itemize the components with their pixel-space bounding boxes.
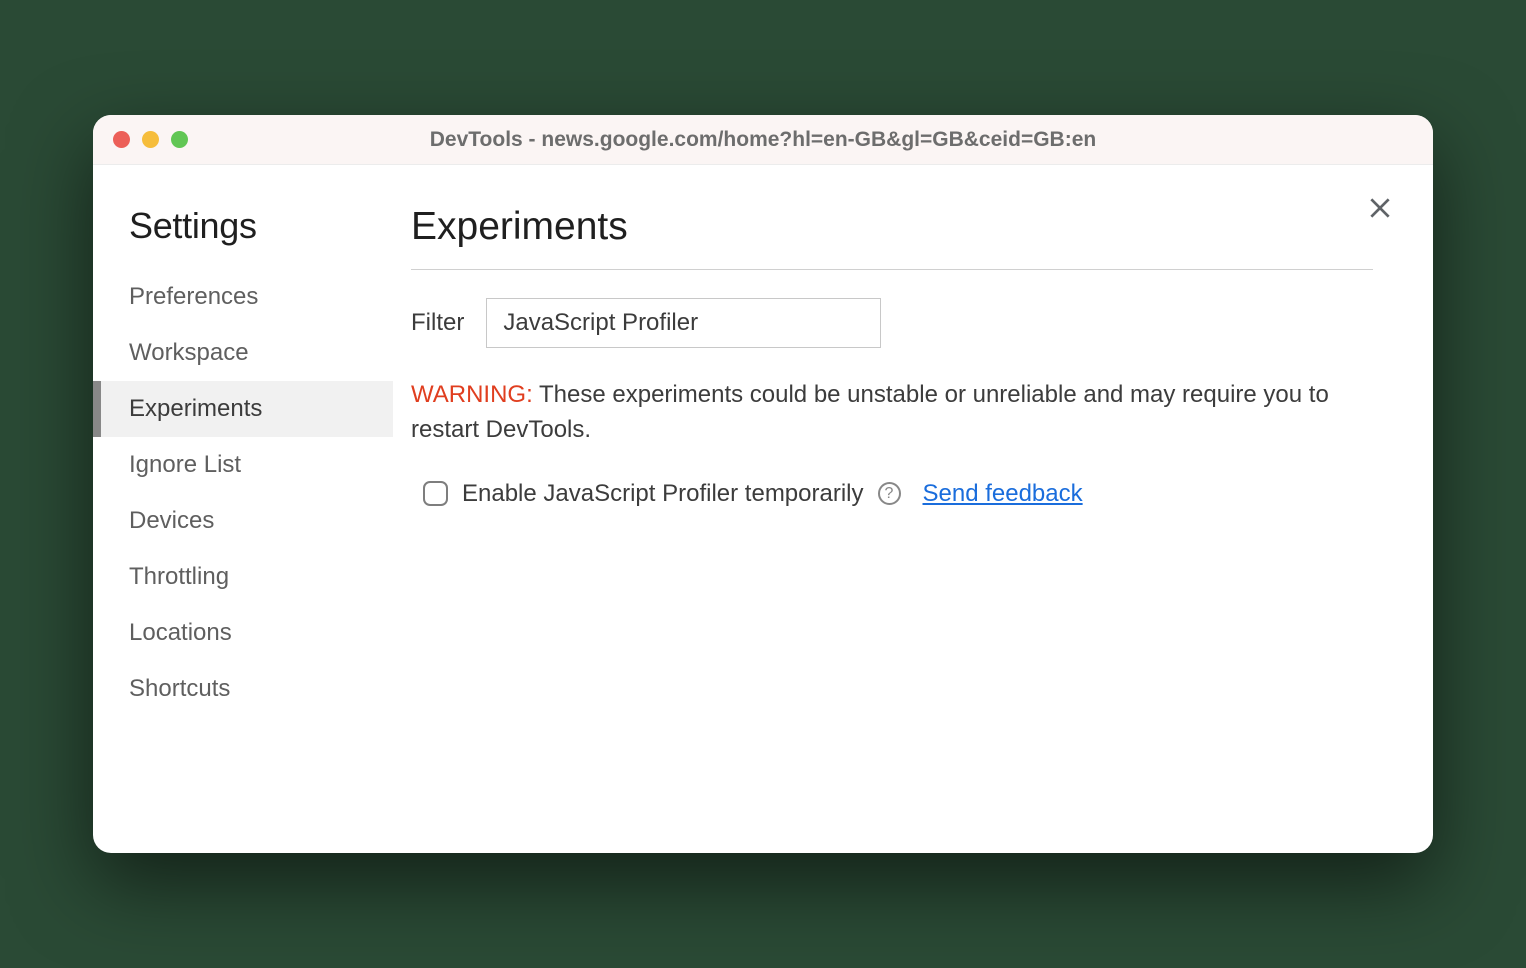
warning-text: These experiments could be unstable or u… (411, 381, 1329, 443)
titlebar: DevTools - news.google.com/home?hl=en-GB… (93, 115, 1433, 165)
page-title: Experiments (411, 205, 1373, 270)
send-feedback-link[interactable]: Send feedback (923, 480, 1083, 508)
minimize-window-icon[interactable] (142, 131, 159, 148)
filter-label: Filter (411, 309, 464, 337)
sidebar-item-label: Preferences (129, 283, 258, 310)
window-title: DevTools - news.google.com/home?hl=en-GB… (93, 128, 1433, 152)
sidebar-item-label: Shortcuts (129, 675, 230, 702)
sidebar-item-label: Workspace (129, 339, 249, 366)
devtools-window: DevTools - news.google.com/home?hl=en-GB… (93, 115, 1433, 853)
filter-row: Filter (411, 298, 1373, 348)
settings-main: Experiments Filter WARNING: These experi… (393, 165, 1433, 853)
sidebar-item-label: Experiments (129, 395, 262, 422)
warning-label: WARNING: (411, 381, 533, 408)
sidebar-item-preferences[interactable]: Preferences (93, 269, 393, 325)
sidebar-item-ignore-list[interactable]: Ignore List (93, 437, 393, 493)
settings-sidebar: Settings Preferences Workspace Experimen… (93, 165, 393, 853)
sidebar-item-workspace[interactable]: Workspace (93, 325, 393, 381)
sidebar-item-devices[interactable]: Devices (93, 493, 393, 549)
sidebar-item-locations[interactable]: Locations (93, 605, 393, 661)
experiment-checkbox[interactable] (423, 481, 448, 506)
help-icon[interactable]: ? (878, 482, 901, 505)
experiments-warning: WARNING: These experiments could be unst… (411, 378, 1373, 448)
filter-input[interactable] (486, 298, 881, 348)
zoom-window-icon[interactable] (171, 131, 188, 148)
experiment-label: Enable JavaScript Profiler temporarily (462, 480, 864, 508)
close-settings-button[interactable] (1367, 195, 1393, 226)
sidebar-item-label: Locations (129, 619, 232, 646)
sidebar-item-experiments[interactable]: Experiments (93, 381, 393, 437)
sidebar-title: Settings (93, 205, 393, 269)
sidebar-item-label: Throttling (129, 563, 229, 590)
sidebar-item-label: Ignore List (129, 451, 241, 478)
sidebar-item-throttling[interactable]: Throttling (93, 549, 393, 605)
sidebar-item-label: Devices (129, 507, 214, 534)
close-window-icon[interactable] (113, 131, 130, 148)
sidebar-item-shortcuts[interactable]: Shortcuts (93, 661, 393, 717)
traffic-lights (113, 131, 188, 148)
experiment-row: Enable JavaScript Profiler temporarily ?… (411, 480, 1373, 508)
settings-body: Settings Preferences Workspace Experimen… (93, 165, 1433, 853)
close-icon (1367, 195, 1393, 221)
